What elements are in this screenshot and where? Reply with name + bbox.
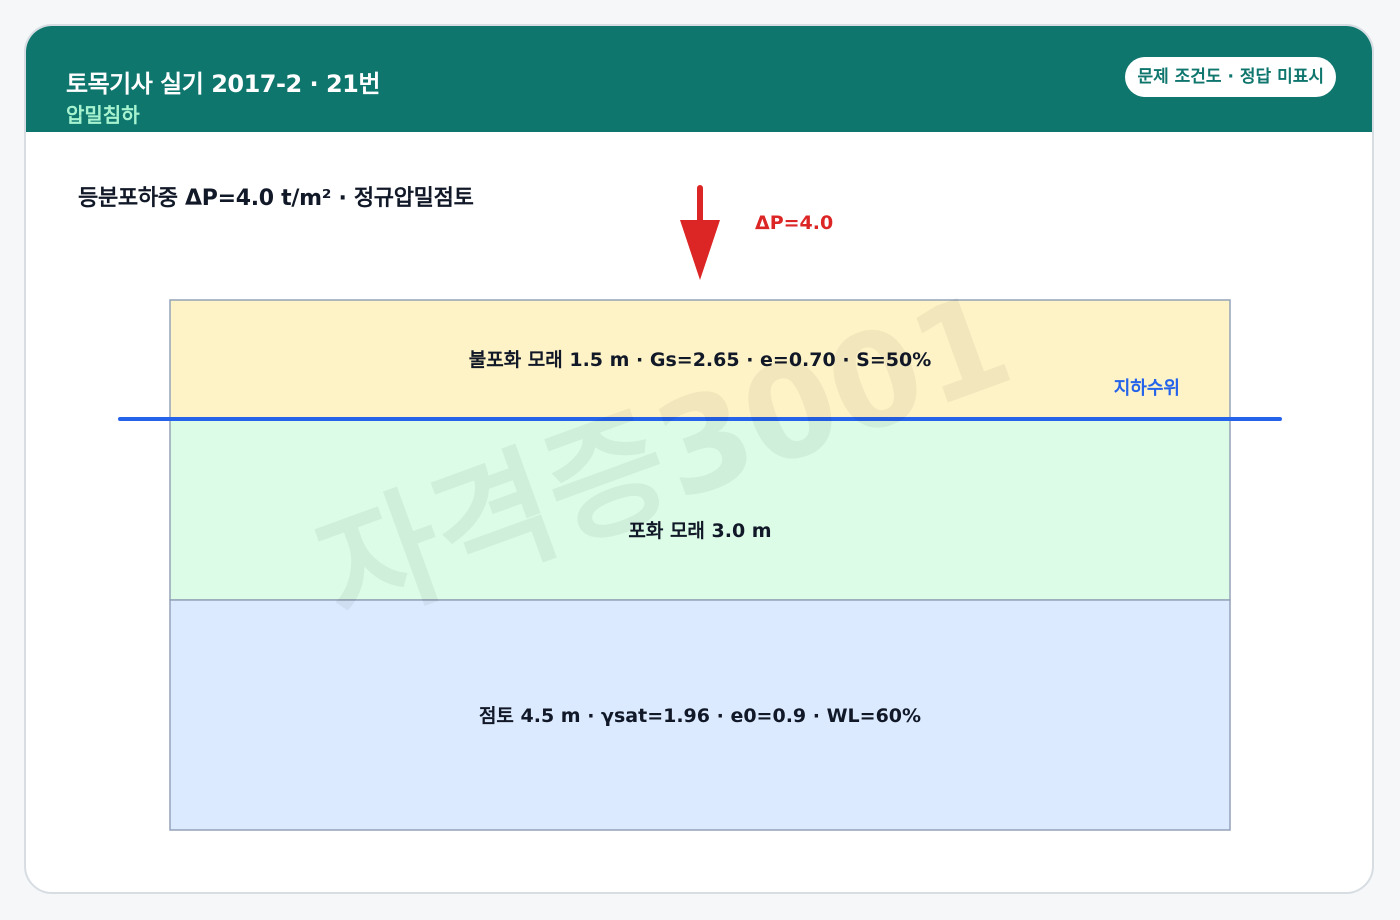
load-arrow-head	[680, 220, 720, 280]
soil-layer-label-3: 점토 4.5 m · γsat=1.96 · e0=0.9 · WL=60%	[479, 705, 921, 727]
soil-profile-diagram: 불포화 모래 1.5 m · Gs=2.65 · e=0.70 · S=50%포…	[118, 185, 1282, 831]
load-arrow	[680, 185, 720, 280]
load-label: ΔP=4.0	[755, 212, 833, 234]
groundwater-label: 지하수위	[1114, 378, 1180, 399]
